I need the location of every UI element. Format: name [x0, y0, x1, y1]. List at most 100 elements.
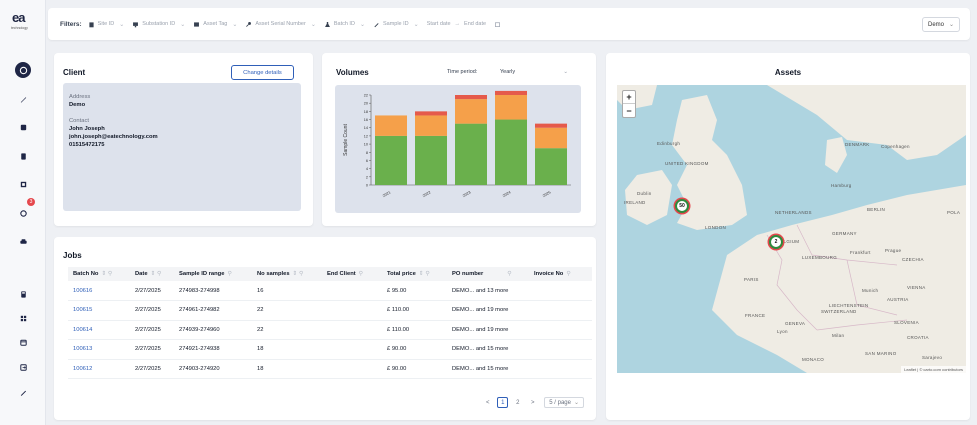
batch-no-link[interactable]: 100612 — [68, 359, 130, 379]
column-header-date[interactable]: Date ⇕ ⚲ — [130, 267, 174, 281]
table-row[interactable]: 100613 2/27/2025 274921-274938 18 £ 90.00 DEM… — [68, 339, 592, 360]
column-header-batch-no[interactable]: Batch No ⇕ ⚲ — [68, 267, 130, 281]
map-label: Hamburg — [831, 183, 852, 188]
table-cell: DEMO... and 15 more — [447, 359, 529, 379]
table-row[interactable]: 100615 2/27/2025 274961-274982 22 £ 110.00 DE… — [68, 300, 592, 321]
table-cell: £ 90.00 — [382, 359, 447, 379]
table-cell: 2/27/2025 — [130, 281, 174, 301]
x-tick-label: 2023 — [462, 190, 471, 198]
filters-label: Filters: — [60, 20, 82, 28]
map-cluster-marker[interactable]: 2 — [769, 235, 783, 249]
search-icon[interactable]: ⚲ — [507, 271, 511, 277]
table-cell: 18 — [252, 339, 322, 360]
bar-segment — [415, 115, 447, 136]
map-label: Edinburgh — [657, 141, 681, 146]
bar-segment — [535, 148, 567, 185]
nav-car-icon[interactable] — [15, 233, 31, 249]
table-cell: 274983-274998 — [174, 281, 252, 301]
column-header-end-client[interactable]: End Client ⚲ — [322, 267, 382, 281]
x-tick-label: 2022 — [422, 190, 431, 198]
column-header-sample-range[interactable]: Sample ID range ⚲ — [174, 267, 252, 281]
zoom-out-button[interactable]: − — [623, 104, 635, 117]
batch-no-link[interactable]: 100615 — [68, 300, 130, 321]
column-header-no-samples[interactable]: No samples ⇕ ⚲ — [252, 267, 322, 281]
assets-map[interactable]: + − UNITED KINGDOM IRELAND Dublin LONDON… — [617, 85, 966, 373]
map-label: Munich — [862, 288, 879, 293]
search-icon[interactable]: ⚲ — [227, 271, 231, 277]
bar-segment — [415, 111, 447, 116]
bar-segment — [415, 135, 447, 185]
batch-no-link[interactable]: 100614 — [68, 320, 130, 340]
nav-calendar-icon[interactable] — [15, 334, 31, 350]
batch-id-filter[interactable]: Batch ID ⌄ — [324, 21, 365, 28]
jobs-table-body: 100616 2/27/2025 274983-274998 16 £ 95.00 DEM… — [68, 281, 592, 379]
search-icon[interactable]: ⚲ — [566, 271, 570, 277]
column-header-invoice-no[interactable]: Invoice No ⚲ — [529, 267, 592, 281]
site-id-placeholder: Site ID — [97, 21, 115, 27]
map-label: Frankfurt — [850, 250, 871, 255]
sort-icon[interactable]: ⇕ ⚲ — [293, 271, 304, 277]
map-label: MONACO — [802, 357, 825, 362]
table-cell — [322, 339, 382, 360]
nav-box-icon[interactable] — [15, 119, 31, 135]
batch-no-link[interactable]: 100613 — [68, 339, 130, 360]
map-land — [617, 85, 966, 373]
time-period-select[interactable]: Yearly ⌄ — [488, 65, 572, 79]
y-tick-label: 18 — [364, 110, 368, 114]
volumes-card: Volumes Time period: Yearly ⌄ 0 2 4 6 8 10 12 1… — [322, 53, 596, 226]
change-details-button[interactable]: Change details — [231, 65, 294, 80]
nav-document-icon[interactable] — [15, 148, 31, 164]
chevron-down-icon: ⌄ — [232, 21, 238, 28]
page-2-button[interactable]: 2 — [512, 397, 523, 408]
chevron-down-icon: ⌄ — [359, 21, 365, 28]
y-axis-label: Sample Count — [343, 124, 349, 156]
nav-dashboard-icon[interactable] — [15, 62, 31, 78]
table-row[interactable]: 100616 2/27/2025 274983-274998 16 £ 95.00 DEM… — [68, 281, 592, 301]
search-icon[interactable]: ⚲ — [359, 271, 363, 277]
prev-page-button[interactable]: < — [482, 397, 493, 408]
nav-report-icon[interactable] — [15, 176, 31, 192]
column-header-po-number[interactable]: PO number ⚲ — [447, 267, 529, 281]
page-size-select[interactable]: 5 / page ⌄ — [544, 397, 584, 408]
sort-icon[interactable]: ⇕ ⚲ — [151, 271, 162, 277]
contact-label: Contact — [69, 118, 89, 124]
site-id-filter[interactable]: Site ID ⌄ — [88, 21, 125, 28]
chevron-down-icon: ⌄ — [180, 21, 186, 28]
map-attribution[interactable]: Leaflet | © carto.com contributors — [901, 366, 966, 373]
company-select-value: Demo — [928, 21, 945, 28]
table-row[interactable]: 100612 2/27/2025 274903-274920 18 £ 90.00 DEM… — [68, 359, 592, 379]
column-header-label: Total price — [387, 271, 416, 277]
table-cell: 2/27/2025 — [130, 359, 174, 379]
substation-id-filter[interactable]: Substation ID ⌄ — [132, 21, 185, 28]
next-page-button[interactable]: > — [527, 397, 538, 408]
table-cell: £ 110.00 — [382, 320, 447, 340]
nav-alerts-icon[interactable] — [15, 205, 31, 221]
company-select[interactable]: Demo ⌄ — [922, 17, 960, 32]
sample-id-filter[interactable]: Sample ID ⌄ — [373, 21, 419, 28]
nav-pen-icon[interactable] — [15, 91, 31, 107]
asset-serial-filter[interactable]: Asset Serial Number ⌄ — [245, 21, 316, 28]
nav-logout-icon[interactable] — [15, 359, 31, 375]
y-tick-label: 8 — [366, 151, 368, 155]
column-header-total-price[interactable]: Total price ⇕ ⚲ — [382, 267, 447, 281]
chevron-down-icon: ⌄ — [119, 21, 125, 28]
sort-icon[interactable]: ⇕ ⚲ — [101, 271, 112, 277]
nav-calculator-icon[interactable] — [15, 286, 31, 302]
y-tick-label: 0 — [366, 184, 368, 188]
map-label: Sarajevo — [922, 355, 943, 360]
table-cell: 18 — [252, 359, 322, 379]
table-cell: 274903-274920 — [174, 359, 252, 379]
flask-icon — [324, 21, 330, 27]
column-header-label: Batch No — [73, 271, 99, 277]
zoom-in-button[interactable]: + — [623, 91, 635, 104]
page-size-value: 5 / page — [549, 399, 571, 406]
asset-tag-filter[interactable]: Asset Tag ⌄ — [193, 21, 237, 28]
batch-no-link[interactable]: 100616 — [68, 281, 130, 301]
nav-grid-icon[interactable] — [15, 310, 31, 326]
nav-edit-icon[interactable] — [15, 384, 31, 400]
date-range-picker[interactable]: Start date → End date — [427, 21, 504, 28]
map-cluster-marker[interactable]: 50 — [675, 199, 689, 213]
page-1-button[interactable]: 1 — [497, 397, 509, 408]
table-row[interactable]: 100614 2/27/2025 274939-274960 22 £ 110.00 DE… — [68, 320, 592, 340]
sort-icon[interactable]: ⇕ ⚲ — [419, 271, 430, 277]
